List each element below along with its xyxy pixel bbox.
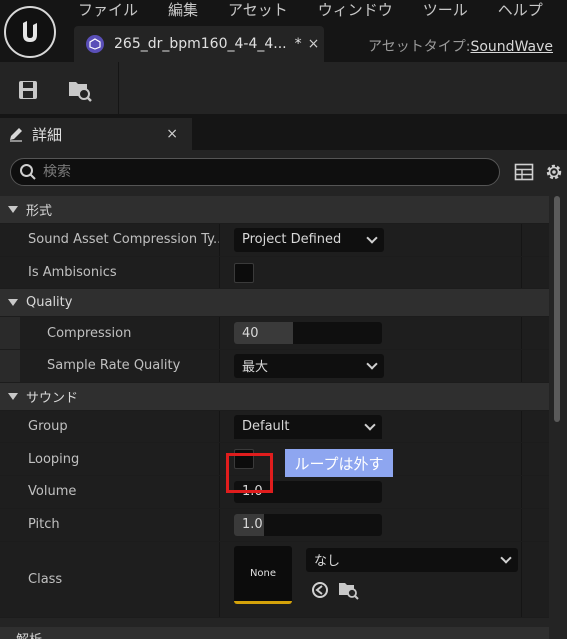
unsaved-indicator: * <box>294 36 302 52</box>
group-dropdown[interactable]: Default <box>234 414 382 439</box>
chevron-down-icon <box>364 418 376 431</box>
class-asset-thumbnail[interactable]: None <box>234 545 292 604</box>
search-input[interactable] <box>43 164 463 180</box>
property-row-class: Class None なし <box>0 541 549 618</box>
category-label: 形式 <box>26 204 53 219</box>
pitch-slider-field[interactable]: 1.0 <box>234 513 382 536</box>
asset-type-label: アセットタイプ: <box>368 39 471 55</box>
menu-asset[interactable]: アセット <box>228 0 288 22</box>
gear-icon <box>546 164 562 180</box>
numeric-value: 40 <box>242 325 259 341</box>
property-name: Class <box>0 541 220 617</box>
property-row-looping: Looping <box>0 443 549 477</box>
asset-tab[interactable]: 265_dr_bpm160_4-4_4... * × <box>74 26 324 62</box>
scrollbar-thumb[interactable] <box>554 196 560 422</box>
category-label: サウンド <box>26 390 79 406</box>
tab-close-icon[interactable]: × <box>308 36 320 52</box>
browse-folder-search-icon[interactable] <box>338 580 360 600</box>
menu-window[interactable]: ウィンドウ <box>318 0 393 22</box>
table-icon <box>514 163 534 181</box>
details-close-icon[interactable]: × <box>166 126 178 142</box>
property-name: Pitch <box>0 508 220 541</box>
property-row-compression: Compression 40 <box>0 317 549 351</box>
menu-edit[interactable]: 編集 <box>168 0 198 22</box>
chevron-down-icon <box>366 358 378 370</box>
chevron-down-icon <box>366 232 378 244</box>
search-box[interactable] <box>10 158 500 186</box>
tab-label: 265_dr_bpm160_4-4_4... <box>114 36 287 52</box>
compression-type-dropdown[interactable]: Project Defined <box>234 227 384 252</box>
toolbar-divider <box>118 62 119 114</box>
category-analysis[interactable]: 解析 <box>0 627 549 639</box>
property-name: Volume <box>0 476 220 508</box>
numeric-value: 1.0 <box>242 517 263 533</box>
property-row-sample-rate-quality: Sample Rate Quality 最大 <box>0 350 549 383</box>
unreal-logo-icon[interactable] <box>4 6 56 58</box>
property-name: Compression <box>0 317 220 350</box>
folder-search-icon <box>69 82 92 102</box>
asset-type-indicator: アセットタイプ:SoundWave <box>368 36 553 56</box>
property-name: Sound Asset Compression Ty... <box>0 224 220 256</box>
property-row-is-ambisonics: Is Ambisonics <box>0 256 549 290</box>
pencil-icon <box>10 128 22 142</box>
collapse-caret-icon <box>8 392 18 400</box>
menu-tools[interactable]: ツール <box>423 0 468 22</box>
property-name: Group <box>0 410 220 443</box>
collapse-caret-icon <box>8 299 18 307</box>
settings-button[interactable] <box>543 161 565 183</box>
category-quality[interactable]: Quality <box>0 289 549 318</box>
title-bar: ファイル 編集 アセット ウィンドウ ツール ヘルプ 265_dr_bpm160… <box>0 0 567 62</box>
annotation-highlight-box <box>226 453 273 493</box>
collapse-caret-icon <box>8 206 18 213</box>
property-matrix-button[interactable] <box>514 162 534 182</box>
property-row-compression-type: Sound Asset Compression Ty... Project De… <box>0 224 549 257</box>
save-icon <box>19 81 37 99</box>
details-tab-row: 詳細 × <box>0 114 567 150</box>
menu-file[interactable]: ファイル <box>78 0 138 22</box>
chevron-down-icon <box>500 551 512 564</box>
property-row-pitch: Pitch 1.0 <box>0 508 549 542</box>
save-button[interactable] <box>14 76 42 104</box>
property-row-group: Group Default <box>0 410 549 444</box>
dropdown-value: なし <box>314 554 341 569</box>
menu-help[interactable]: ヘルプ <box>498 0 543 22</box>
category-sound[interactable]: サウンド <box>0 382 549 411</box>
class-asset-picker[interactable]: なし <box>306 547 518 572</box>
search-icon <box>20 164 36 180</box>
thumbnail-label: None <box>249 567 277 579</box>
annotation-note: ループは外す <box>285 449 393 477</box>
asset-type-link[interactable]: SoundWave <box>470 39 553 55</box>
property-name: Is Ambisonics <box>0 256 220 289</box>
property-row-volume: Volume 1.0 <box>0 476 549 509</box>
scrollbar[interactable] <box>552 196 562 636</box>
property-name: Looping <box>0 443 220 476</box>
soundwave-asset-icon <box>86 35 104 53</box>
property-grid: 形式 Sound Asset Compression Ty... Project… <box>0 196 549 618</box>
use-selected-asset-icon[interactable] <box>310 580 330 600</box>
details-tab[interactable]: 詳細 × <box>0 118 192 150</box>
category-label: Quality <box>26 295 73 311</box>
dropdown-value: Project Defined <box>242 232 342 248</box>
dropdown-value: Default <box>242 419 290 435</box>
compression-slider-field[interactable]: 40 <box>234 322 382 345</box>
menu-bar: ファイル 編集 アセット ウィンドウ ツール ヘルプ <box>78 0 543 22</box>
details-title: 詳細 <box>32 125 63 144</box>
is-ambisonics-checkbox[interactable] <box>234 262 254 283</box>
dropdown-value: 最大 <box>242 360 269 376</box>
category-format[interactable]: 形式 <box>0 196 549 224</box>
browse-asset-button[interactable] <box>66 76 94 104</box>
property-name: Sample Rate Quality <box>0 350 220 382</box>
details-panel: 形式 Sound Asset Compression Ty... Project… <box>0 150 567 639</box>
toolbar <box>0 62 567 114</box>
sample-rate-quality-dropdown[interactable]: 最大 <box>234 353 384 378</box>
category-label: 解析 <box>16 629 42 639</box>
